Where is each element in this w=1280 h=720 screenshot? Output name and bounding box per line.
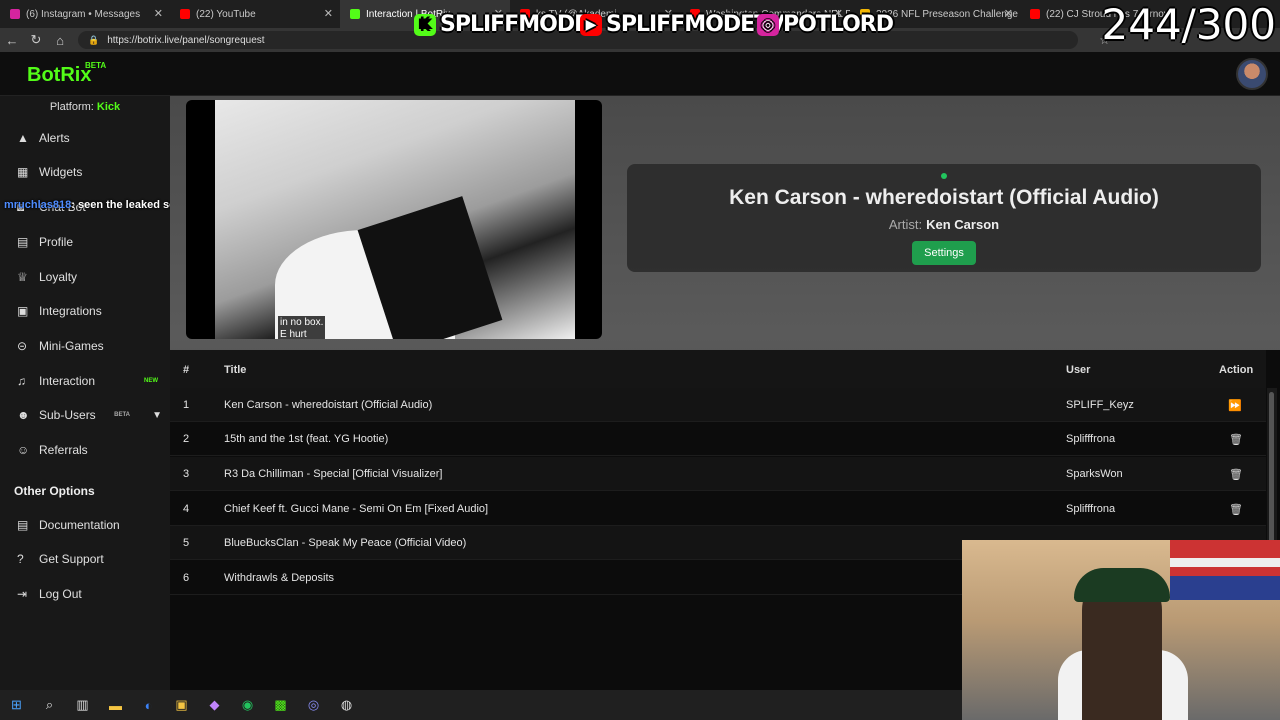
new-badge: NEW [144,378,158,384]
column-header-title: Title [224,364,247,376]
skip-icon[interactable]: ⏩ [1228,399,1242,412]
gamepad-icon: ⊝ [17,339,28,353]
sidebar-item-alerts[interactable]: ▲ Alerts [0,123,170,153]
webcam-overlay [962,540,1280,720]
kick-icon: K [414,13,436,36]
trash-icon[interactable]: 🗑 [1229,433,1243,446]
sidebar: Platform: Kick ▲ Alerts ▦ Widgets ◙ Chat Bo… [0,96,170,690]
botrix-icon [350,9,360,19]
now-playing-artist: Artist: Ken Carson [888,217,1000,232]
now-playing-title: Ken Carson - wheredoistart (Official Aud… [729,186,1159,209]
logout-icon: ⇥ [17,587,28,601]
platform-indicator: Platform: Kick [49,101,121,113]
puzzle-icon: ▣ [17,304,29,318]
people-icon: ☺ [17,443,30,457]
sidebar-item-profile[interactable]: ▤ Profile [0,227,170,257]
kick-logo-overlay: K SPLIFFMODE [414,12,589,37]
trophy-icon: ♕ [17,270,28,284]
sidebar-item-interaction[interactable]: ♫ Interaction NEW [0,366,170,396]
close-icon[interactable]: ✕ [324,7,333,20]
sidebar-item-widgets[interactable]: ▦ Widgets [0,157,170,187]
instagram-icon [10,9,20,19]
browser-tab[interactable]: (6) Instagram • Messages ✕ [0,0,170,28]
grid-icon: ▦ [17,165,29,179]
other-options-heading: Other Options [14,484,95,498]
search-icon[interactable]: ⌕ [33,690,66,720]
users-icon: ☻ [17,408,30,422]
now-playing-card: Ken Carson - wheredoistart (Official Aud… [627,164,1261,272]
botrix-logo[interactable]: BotRix BETA [27,61,106,87]
table-row: 3 R3 Da Chilliman - Special [Official Vi… [170,457,1266,491]
column-header-user: User [1066,364,1091,376]
youtube-icon [1030,9,1040,19]
sub-goal-counter: 244/300 [1101,0,1276,49]
table-row: 2 15th and the 1st (feat. YG Hootie) Spl… [170,422,1266,456]
music-icon: ♫ [17,374,26,388]
edge-dev-icon[interactable]: ◐ [132,690,165,720]
youtube-logo-overlay: ▶ SPLIFFMODETV [580,12,785,37]
discord-icon[interactable]: ◎ [297,690,330,720]
back-icon[interactable]: ← [0,33,24,48]
settings-button[interactable]: Settings [912,241,976,265]
video-caption: in no box. E hurt [278,316,326,339]
sidebar-item-mini-games[interactable]: ⊝ Mini-Games [0,331,170,361]
beta-badge: BETA [114,412,130,418]
sidebar-item-get-support[interactable]: ? Get Support [0,544,170,574]
trash-icon[interactable]: 🗑 [1229,468,1243,481]
app-icon[interactable]: ◆ [198,690,231,720]
app-header: BotRix BETA [0,52,1280,96]
live-status-dot [941,173,947,179]
chevron-down-icon[interactable]: ▼ [152,410,162,421]
column-header-number: # [183,364,190,376]
youtube-icon: ▶ [580,13,602,36]
column-header-action: Action [1219,364,1254,376]
video-frame [215,100,575,339]
avatar[interactable] [1236,58,1268,90]
table-header: # Title User Action [170,350,1266,388]
chat-overlay-message: mruchlas818: seen the leaked scrip [4,199,190,211]
refresh-icon[interactable]: ↻ [24,32,48,48]
instagram-logo-overlay: ◎ POTLORD [757,12,894,37]
close-icon[interactable]: ✕ [154,7,163,20]
close-icon[interactable]: ✕ [1004,7,1013,20]
browser-tab[interactable]: (22) YouTube ✕ [170,0,340,28]
sidebar-item-referrals[interactable]: ☺ Referrals [0,435,170,465]
edge-icon[interactable]: ◉ [231,690,264,720]
table-row: 1 Ken Carson - wheredoistart (Official A… [170,388,1266,422]
sidebar-item-loyalty[interactable]: ♕ Loyalty [0,262,170,292]
sidebar-item-log-out[interactable]: ⇥ Log Out [0,579,170,609]
lock-icon: 🔒 [88,34,100,45]
streamlabs-icon[interactable]: ▩ [264,690,297,720]
video-player[interactable]: in no box. E hurt [186,100,602,339]
sidebar-item-integrations[interactable]: ▣ Integrations [0,296,170,326]
task-view-icon[interactable]: ▥ [66,690,99,720]
obs-icon[interactable]: ◍ [330,690,363,720]
sidebar-item-sub-users[interactable]: ☻ Sub-Users BETA ▼ [0,400,170,430]
id-card-icon: ▤ [17,235,29,249]
home-icon[interactable]: ⌂ [48,33,72,48]
trash-icon[interactable]: 🗑 [1229,503,1243,516]
windows-taskbar: ⊞ ⌕ ▥ ▬ ◐ ▣ ◆ ◉ ▩ ◎ ◍ [0,690,962,720]
sidebar-item-documentation[interactable]: ▤ Documentation [0,510,170,540]
table-row: 4 Chief Keef ft. Gucci Mane - Semi On Em… [170,492,1266,526]
warning-icon: ▲ [17,131,29,145]
instagram-icon: ◎ [757,13,779,36]
store-icon[interactable]: ▣ [165,690,198,720]
book-icon: ▤ [17,518,29,532]
question-icon: ? [17,552,24,566]
youtube-icon [180,9,190,19]
windows-start-icon[interactable]: ⊞ [0,690,33,720]
file-explorer-icon[interactable]: ▬ [99,690,132,720]
